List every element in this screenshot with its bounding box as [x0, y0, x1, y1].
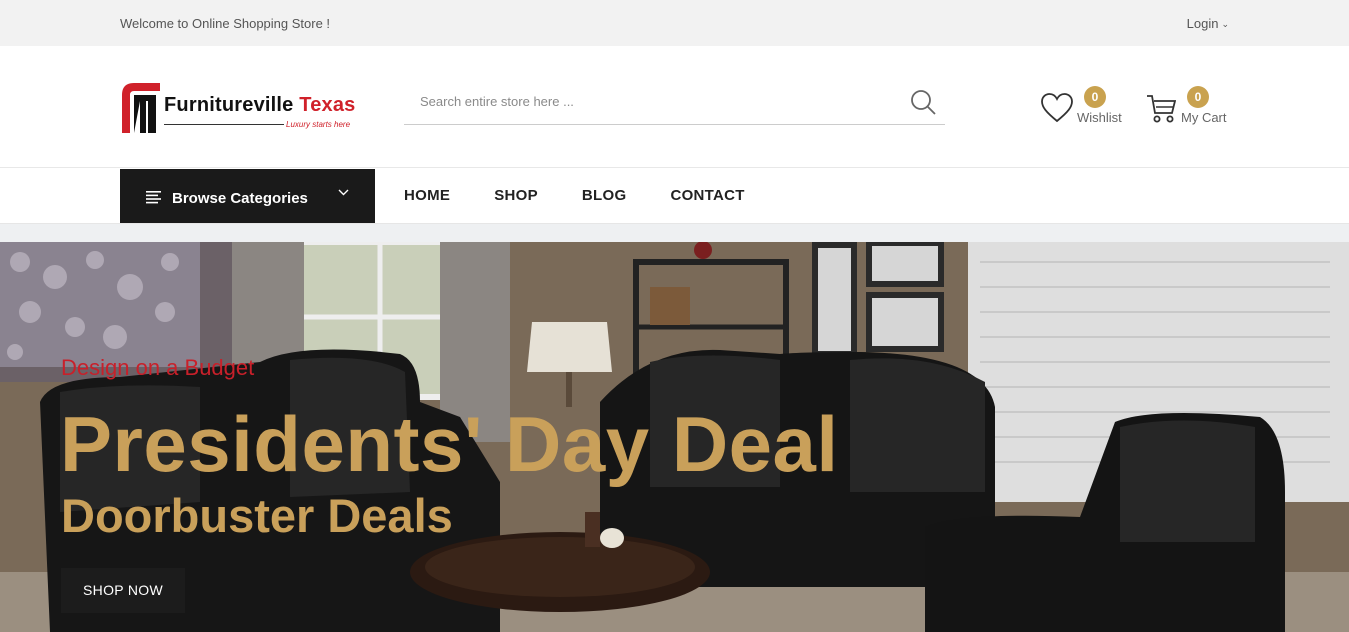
- cart-count-badge: 0: [1187, 86, 1209, 108]
- hero-kicker: Design on a Budget: [61, 355, 255, 380]
- cart-label: My Cart: [1181, 110, 1227, 125]
- menu-icon: [146, 191, 161, 204]
- search-button[interactable]: [909, 88, 937, 116]
- top-bar: Welcome to Online Shopping Store ! Login…: [0, 0, 1349, 46]
- browse-categories-label: Browse Categories: [172, 190, 308, 207]
- welcome-message: Welcome to Online Shopping Store !: [120, 16, 331, 31]
- nav-item-blog[interactable]: BLOG: [582, 187, 627, 204]
- nav-item-home[interactable]: HOME: [404, 187, 450, 204]
- nav-item-shop[interactable]: SHOP: [494, 187, 538, 204]
- login-dropdown[interactable]: Login ⌄: [1187, 16, 1229, 31]
- cart-icon: [1147, 95, 1176, 123]
- logo-mark-icon: [122, 83, 160, 133]
- search-icon: [911, 90, 936, 115]
- browse-categories-button[interactable]: Browse Categories: [120, 169, 375, 223]
- cart-link[interactable]: 0 My Cart: [1146, 86, 1236, 128]
- logo-tagline: Luxury starts here: [286, 120, 351, 129]
- search-bar: [404, 80, 945, 125]
- nav-item-contact[interactable]: CONTACT: [670, 187, 744, 204]
- wishlist-label: Wishlist: [1077, 110, 1122, 125]
- nav-menu: HOME SHOP BLOG CONTACT: [404, 187, 789, 204]
- hero-banner: Design on a Budget Presidents' Day Deal …: [0, 242, 1349, 632]
- hero-headline: Presidents' Day Deal: [60, 400, 839, 488]
- login-label: Login: [1186, 16, 1219, 31]
- section-divider: [0, 224, 1349, 242]
- wishlist-link[interactable]: 0 Wishlist: [1040, 86, 1130, 128]
- logo-brand-name: Furnitureville Texas: [164, 94, 356, 116]
- search-input[interactable]: [404, 88, 884, 114]
- site-header: Furnitureville Texas Luxury starts here …: [0, 46, 1349, 168]
- wishlist-count-badge: 0: [1084, 86, 1106, 108]
- shop-now-button[interactable]: SHOP NOW: [61, 568, 185, 613]
- chevron-down-icon: [338, 189, 349, 196]
- site-logo[interactable]: Furnitureville Texas Luxury starts here: [120, 81, 380, 136]
- logo-underline: [164, 124, 284, 125]
- hero-subheadline: Doorbuster Deals: [61, 489, 453, 542]
- heart-icon: [1041, 93, 1073, 123]
- chevron-down-icon: ⌄: [1221, 19, 1229, 29]
- main-navigation: Browse Categories HOME SHOP BLOG CONTACT: [0, 169, 1349, 224]
